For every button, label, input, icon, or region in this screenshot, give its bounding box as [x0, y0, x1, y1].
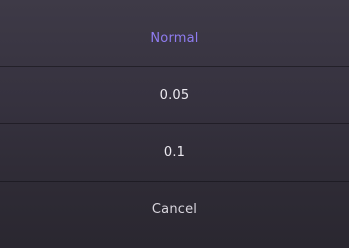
cancel-label: Cancel: [151, 201, 198, 217]
cancel-button[interactable]: Cancel: [0, 182, 349, 236]
option-label: 0.1: [163, 144, 186, 160]
option-0-1[interactable]: 0.1: [0, 124, 349, 180]
option-label: Normal: [150, 30, 199, 46]
action-sheet: Normal 0.05 0.1 Cancel: [0, 0, 349, 248]
option-normal[interactable]: Normal: [0, 10, 349, 66]
option-0-05[interactable]: 0.05: [0, 67, 349, 123]
option-label: 0.05: [159, 87, 190, 103]
